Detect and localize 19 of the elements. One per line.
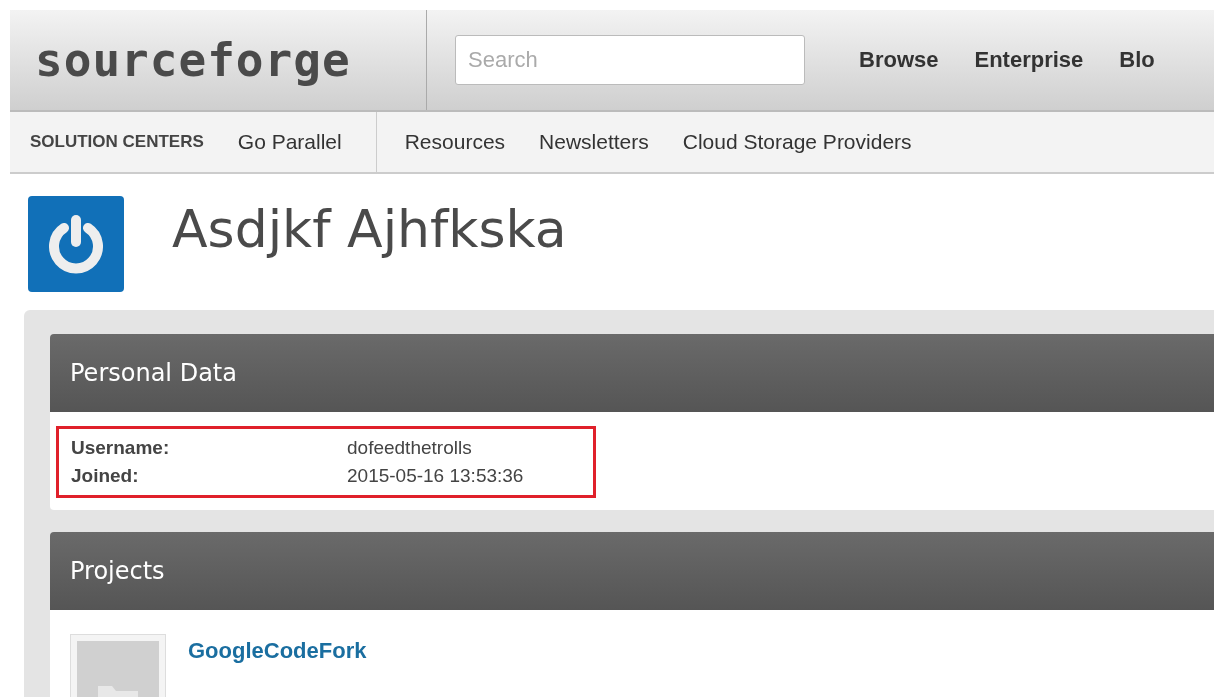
nav-link[interactable]: Go Parallel xyxy=(237,130,342,154)
nav-link[interactable]: Browse xyxy=(859,47,939,73)
solution-centers-label: SOLUTION CENTERS xyxy=(30,132,204,152)
search-field[interactable]: Search xyxy=(455,35,805,85)
nav-link[interactable]: Enterprise xyxy=(974,47,1084,73)
nav-link[interactable]: Blo xyxy=(1119,47,1155,73)
nav-link[interactable]: Resources xyxy=(404,130,506,154)
field-value: dofeedthetrolls xyxy=(347,437,473,459)
field-label: Joined: xyxy=(71,465,140,487)
section-title: Personal Data xyxy=(70,359,237,387)
power-icon xyxy=(28,196,124,292)
field-label: Username: xyxy=(71,437,171,459)
section-title: Projects xyxy=(70,557,165,585)
profile-name: Asdjkf Ajhfkska xyxy=(172,199,567,259)
nav-link[interactable]: Newsletters xyxy=(539,130,649,154)
nav-link[interactable]: Cloud Storage Providers xyxy=(682,130,912,154)
project-link[interactable]: GoogleCodeFork xyxy=(188,638,367,664)
field-value: 2015-05-16 13:53:36 xyxy=(347,465,525,487)
logo[interactable]: sourceforge xyxy=(35,33,351,87)
